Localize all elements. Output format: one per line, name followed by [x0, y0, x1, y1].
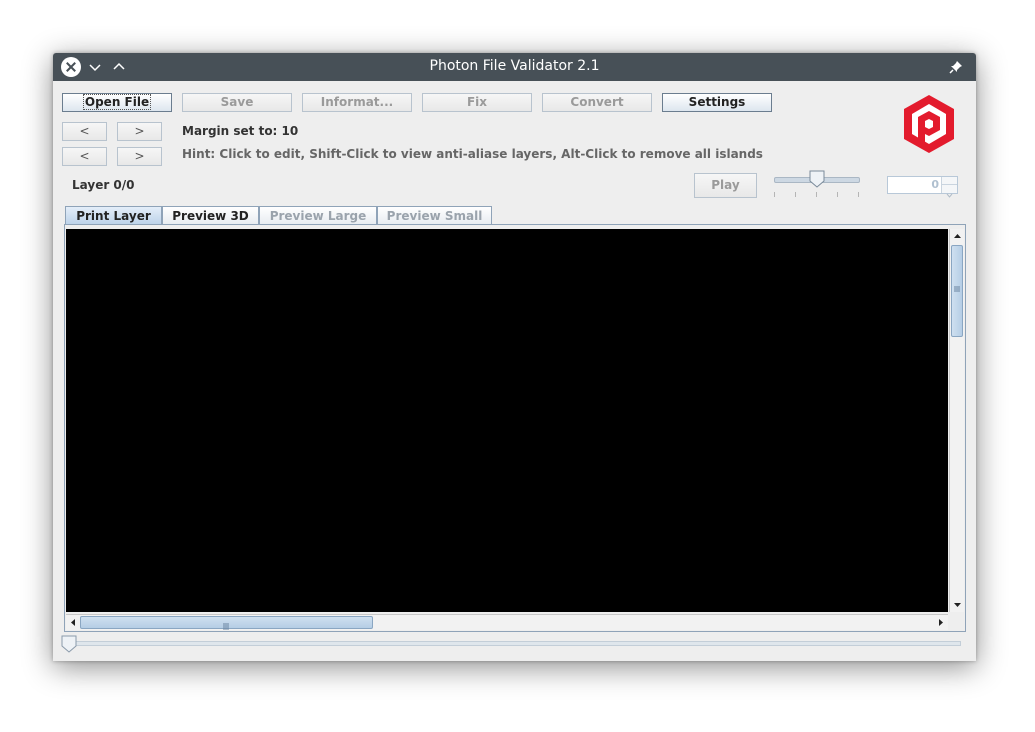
slider-tick — [795, 192, 796, 197]
margin-label: Margin set to: 10 — [182, 124, 299, 138]
play-button[interactable]: Play — [694, 173, 757, 198]
horizontal-scrollbar[interactable] — [66, 614, 948, 630]
window-title: Photon File Validator 2.1 — [429, 58, 600, 74]
spinner-value: 0 — [931, 178, 939, 191]
app-window: Photon File Validator 2.1 Open File Save… — [53, 53, 976, 661]
layer-slider-track[interactable] — [65, 641, 961, 646]
spinner-up-icon[interactable] — [941, 177, 957, 191]
open-file-button[interactable]: Open File — [62, 93, 172, 112]
fix-button[interactable]: Fix — [422, 93, 532, 112]
scroll-left-icon[interactable] — [66, 615, 81, 630]
convert-button[interactable]: Convert — [542, 93, 652, 112]
settings-button[interactable]: Settings — [662, 93, 772, 112]
layer-spinner[interactable]: 0 — [887, 176, 958, 198]
margin-prev-button[interactable]: < — [62, 122, 107, 141]
slider-tick — [774, 192, 775, 197]
scroll-corner — [948, 614, 964, 630]
information-button[interactable]: Informat... — [302, 93, 412, 112]
hint-label: Hint: Click to edit, Shift-Click to view… — [182, 147, 763, 161]
print-layer-panel — [64, 224, 966, 632]
vertical-scrollbar[interactable] — [949, 229, 964, 612]
hint-next-button[interactable]: > — [117, 147, 162, 166]
scroll-down-icon[interactable] — [950, 597, 965, 612]
slider-tick — [837, 192, 838, 197]
margin-next-button[interactable]: > — [117, 122, 162, 141]
speed-slider-thumb[interactable] — [809, 170, 825, 192]
horizontal-scroll-thumb[interactable] — [80, 616, 373, 630]
tab-preview-small[interactable]: Preview Small — [377, 206, 492, 225]
layer-slider-thumb[interactable] — [61, 635, 77, 657]
slider-tick — [858, 192, 859, 197]
title-bar[interactable]: Photon File Validator 2.1 — [53, 53, 976, 81]
photon-logo — [901, 93, 957, 157]
tab-print-layer[interactable]: Print Layer — [65, 206, 162, 226]
tab-preview-large[interactable]: Preview Large — [259, 206, 377, 225]
open-file-label: Open File — [82, 94, 152, 110]
save-button[interactable]: Save — [182, 93, 292, 112]
pin-icon[interactable] — [946, 57, 966, 77]
hint-prev-button[interactable]: < — [62, 147, 107, 166]
vertical-scroll-thumb[interactable] — [951, 245, 963, 337]
slider-tick — [816, 192, 817, 197]
layer-label: Layer 0/0 — [72, 178, 135, 192]
scroll-up-icon[interactable] — [950, 229, 965, 244]
layer-canvas[interactable] — [66, 229, 948, 612]
spinner-down-icon[interactable] — [941, 185, 957, 198]
scroll-right-icon[interactable] — [933, 615, 948, 630]
tab-preview-3d[interactable]: Preview 3D — [162, 206, 259, 225]
